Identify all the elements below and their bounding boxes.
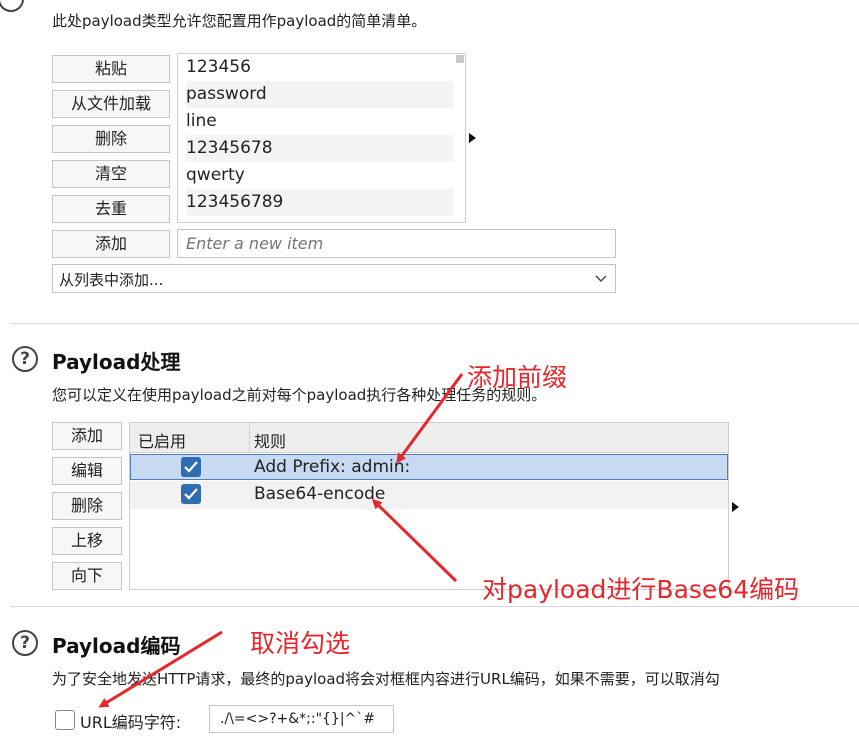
- annotation-arrows: [98, 373, 464, 708]
- arrow-to-base64-rule: [371, 498, 458, 583]
- arrow-to-prefix-rule: [396, 373, 464, 464]
- arrow-to-url-checkbox: [98, 630, 223, 708]
